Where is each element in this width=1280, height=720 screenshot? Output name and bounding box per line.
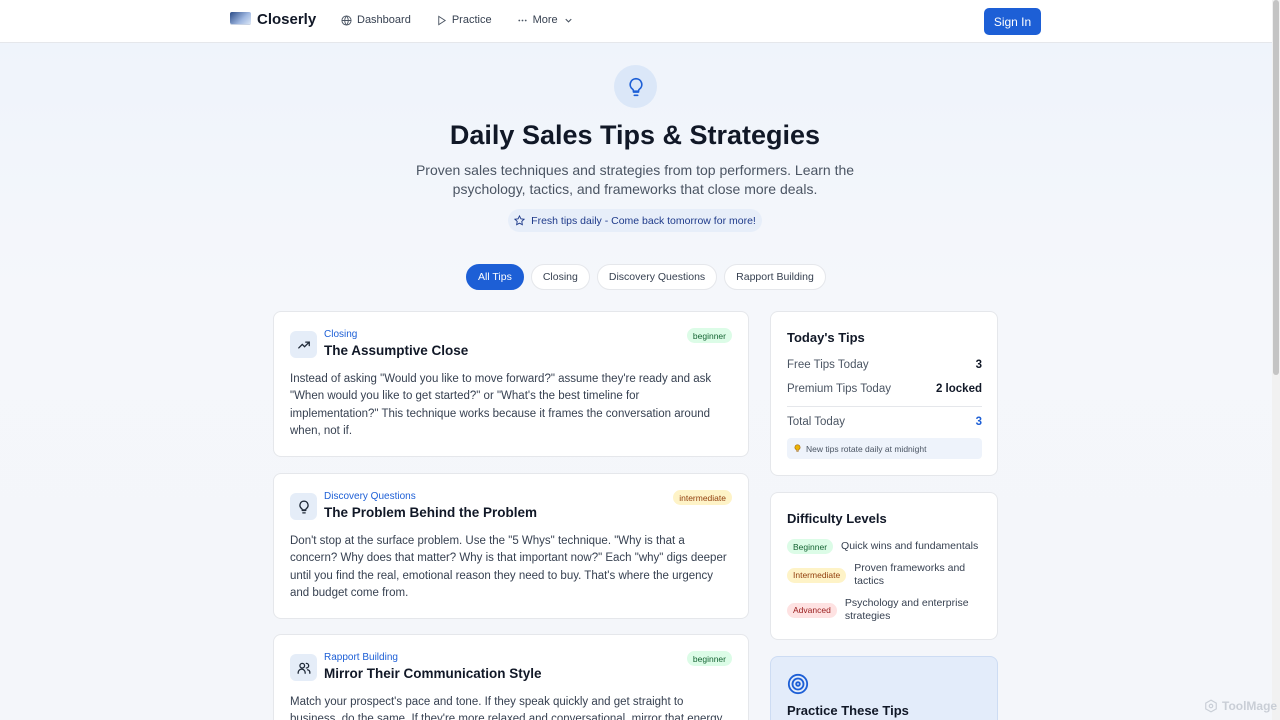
intermediate-badge: Intermediate xyxy=(787,567,847,583)
advanced-badge: Advanced xyxy=(787,602,837,618)
premium-tips-row: Premium Tips Today 2 locked xyxy=(787,383,982,395)
tip-category: Rapport Building xyxy=(324,652,398,663)
tip-title: The Problem Behind the Problem xyxy=(324,505,538,520)
free-tips-row: Free Tips Today 3 xyxy=(787,359,982,371)
tip-title: The Assumptive Close xyxy=(324,343,469,358)
tip-body: Don't stop at the surface problem. Use t… xyxy=(290,535,727,599)
tip-body: Instead of asking "Would you like to mov… xyxy=(290,373,712,437)
tab-closing[interactable]: Closing xyxy=(530,264,590,290)
practice-title: Practice These Tips xyxy=(787,703,909,718)
trending-up-icon xyxy=(290,331,317,358)
level-badge: beginner xyxy=(686,328,732,343)
tip-category: Discovery Questions xyxy=(324,491,416,502)
difficulty-levels-card: Difficulty Levels Beginner Quick wins an… xyxy=(770,492,998,640)
nav-item-label: More xyxy=(532,14,558,26)
play-icon xyxy=(438,15,446,25)
level-badge: intermediate xyxy=(673,490,732,505)
chevron-down-icon xyxy=(564,18,572,23)
todays-tips-title: Today's Tips xyxy=(787,330,865,345)
target-icon xyxy=(787,673,809,695)
practice-card[interactable]: Practice These Tips xyxy=(770,656,998,720)
premium-tips-label: Premium Tips Today xyxy=(787,383,891,395)
top-navbar: Closerly Dashboard Practice More Sign In xyxy=(0,0,1272,43)
globe-icon xyxy=(341,14,352,26)
nav-item-label: Practice xyxy=(451,14,492,26)
total-today-row: Total Today 3 xyxy=(787,416,982,428)
scrollbar-thumb[interactable] xyxy=(1273,0,1279,375)
category-tabs: All Tips Closing Discovery Questions Rap… xyxy=(466,264,826,290)
tab-discovery-questions[interactable]: Discovery Questions xyxy=(596,264,718,290)
level-description: Psychology and enterprise strategies xyxy=(844,597,969,622)
free-tips-value: 3 xyxy=(975,359,982,371)
level-row-intermediate: Intermediate Proven frameworks and tacti… xyxy=(787,562,974,588)
beginner-badge: Beginner xyxy=(787,539,834,554)
difficulty-levels-title: Difficulty Levels xyxy=(787,511,887,526)
page-title: Daily Sales Tips & Strategies xyxy=(449,120,821,150)
tip-body: Match your prospect's pace and tone. If … xyxy=(290,696,725,720)
brand-name: Closerly xyxy=(257,11,317,28)
level-description: Proven frameworks and tactics xyxy=(854,562,966,587)
level-description: Quick wins and fundamentals xyxy=(841,540,979,552)
tip-title: Mirror Their Communication Style xyxy=(324,666,542,681)
lightbulb-icon xyxy=(290,493,317,520)
gear-icon xyxy=(1205,699,1217,713)
lightbulb-icon xyxy=(794,444,801,452)
total-today-value: 3 xyxy=(975,416,982,428)
main-nav: Dashboard Practice More xyxy=(341,14,574,26)
todays-tips-card: Today's Tips Free Tips Today 3 Premium T… xyxy=(770,311,998,476)
level-row-beginner: Beginner Quick wins and fundamentals xyxy=(787,539,978,554)
divider xyxy=(787,406,982,407)
tab-all-tips[interactable]: All Tips xyxy=(466,264,524,290)
level-badge: beginner xyxy=(686,651,732,666)
watermark: ToolMage xyxy=(1204,699,1277,713)
brand-logo xyxy=(230,11,251,24)
brand[interactable]: Closerly xyxy=(230,11,316,28)
users-icon xyxy=(290,654,317,681)
tip-card[interactable]: Rapport Building Mirror Their Communicat… xyxy=(273,634,749,720)
nav-item-more[interactable]: More xyxy=(517,14,574,26)
tip-category: Closing xyxy=(324,329,358,340)
tab-rapport-building[interactable]: Rapport Building xyxy=(724,264,826,290)
nav-item-practice[interactable]: Practice xyxy=(436,14,492,26)
rotate-note-text: New tips rotate daily at midnight xyxy=(806,443,927,454)
fresh-tips-text: Fresh tips daily - Come back tomorrow fo… xyxy=(531,214,756,227)
total-today-label: Total Today xyxy=(787,416,845,428)
star-icon xyxy=(514,215,526,226)
nav-item-dashboard[interactable]: Dashboard xyxy=(341,14,411,26)
page-subtitle: Proven sales techniques and strategies f… xyxy=(415,162,855,197)
premium-tips-value: 2 locked xyxy=(935,383,982,395)
rotate-note: New tips rotate daily at midnight xyxy=(787,438,982,459)
level-row-advanced: Advanced Psychology and enterprise strat… xyxy=(787,597,975,623)
lightbulb-icon xyxy=(614,65,657,108)
ellipsis-icon xyxy=(517,19,527,21)
sign-in-button[interactable]: Sign In xyxy=(984,8,1041,35)
free-tips-label: Free Tips Today xyxy=(787,359,869,371)
tip-card[interactable]: Discovery Questions The Problem Behind t… xyxy=(273,473,749,619)
tip-card[interactable]: Closing The Assumptive Close beginner In… xyxy=(273,311,749,457)
watermark-text: ToolMage xyxy=(1222,699,1278,713)
fresh-tips-pill: Fresh tips daily - Come back tomorrow fo… xyxy=(508,209,762,232)
nav-item-label: Dashboard xyxy=(357,14,411,26)
